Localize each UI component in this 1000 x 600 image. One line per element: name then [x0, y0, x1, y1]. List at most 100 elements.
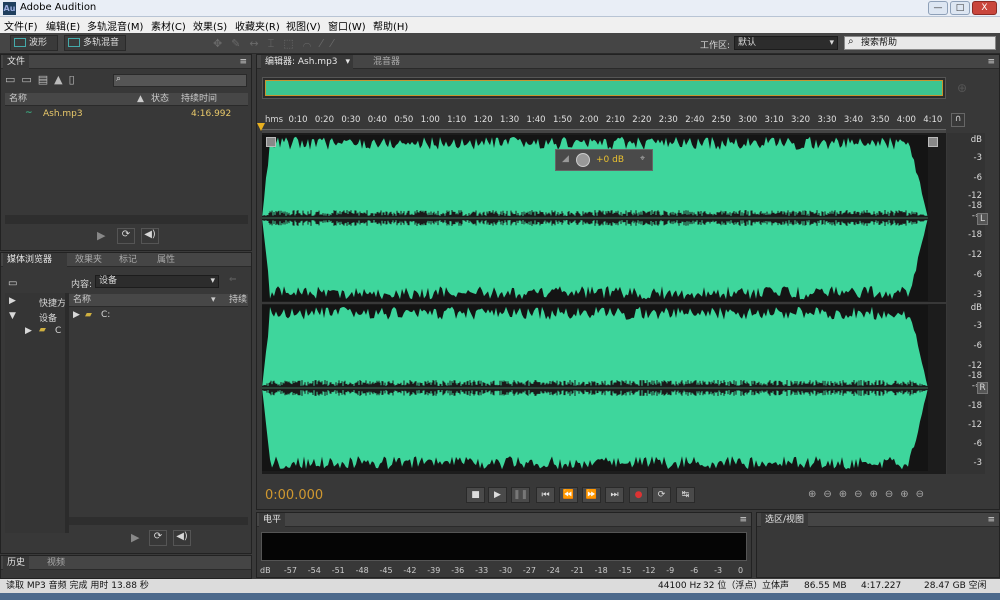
- loop-button[interactable]: ⟳: [117, 228, 135, 244]
- col-duration[interactable]: 持续时间: [181, 93, 217, 106]
- menu-view[interactable]: 视图(V): [286, 18, 321, 33]
- level-meter: [261, 532, 747, 561]
- panel-menu-icon[interactable]: ≡: [739, 513, 747, 527]
- col-status[interactable]: 状态: [151, 93, 169, 106]
- editor-panel: 编辑器: Ash.mp3 ▾ 混音器 ≡ ⊕ hms 0:10 0:20 0:30 0:…: [256, 54, 1000, 510]
- db-tick-label: dB: [970, 303, 982, 313]
- arrow-left-icon[interactable]: ⇐: [229, 275, 237, 285]
- skip-to-end-button[interactable]: ⏭: [605, 487, 624, 503]
- fade-in-handle[interactable]: [266, 137, 276, 147]
- menu-window[interactable]: 窗口(W): [328, 18, 366, 33]
- loop-button[interactable]: ⟳: [149, 530, 167, 546]
- play-button[interactable]: ▶: [488, 487, 507, 503]
- menu-favorites[interactable]: 收藏夹(R): [235, 18, 280, 33]
- autoplay-button[interactable]: ◀): [141, 228, 159, 244]
- menu-edit[interactable]: 编辑(E): [46, 18, 80, 33]
- menu-file[interactable]: 文件(F): [4, 18, 38, 33]
- tab-effects-rack[interactable]: 效果夹: [71, 253, 106, 267]
- tab-history[interactable]: 历史: [3, 556, 30, 570]
- tree-expand-icon[interactable]: ▶: [73, 310, 80, 320]
- tab-media-browser[interactable]: 媒体浏览器: [3, 253, 67, 267]
- minimize-button[interactable]: —: [928, 1, 948, 15]
- search-icon: ⌕: [116, 74, 122, 84]
- media-hscrollbar[interactable]: [69, 517, 248, 525]
- window-title: Adobe Audition: [20, 2, 97, 13]
- stop-button[interactable]: ■: [466, 487, 485, 503]
- fade-out-handle[interactable]: [928, 137, 938, 147]
- tab-mixer[interactable]: 混音器: [369, 55, 404, 69]
- fast-forward-button[interactable]: ⏩: [582, 487, 601, 503]
- ruler-tick-label: 3:30: [817, 115, 837, 125]
- time-ruler[interactable]: hms 0:10 0:20 0:30 0:40 0:50 1:00 1:10 1:20 1:30…: [262, 115, 946, 127]
- multitrack-view-button[interactable]: 多轨混音: [64, 35, 126, 51]
- tab-editor[interactable]: 编辑器: Ash.mp3 ▾: [261, 55, 353, 69]
- zoom-controls[interactable]: ⊕⊖⊕⊖⊕⊖⊕⊖: [808, 489, 931, 500]
- tree-collapse-icon[interactable]: ▼: [9, 311, 16, 321]
- drive-c-icon: ▰: [39, 325, 46, 335]
- panel-menu-icon[interactable]: ≡: [987, 513, 995, 527]
- skip-to-start-button[interactable]: ⏮: [536, 487, 555, 503]
- play-icon[interactable]: ▶: [131, 531, 139, 544]
- tab-selection-view[interactable]: 选区/视图: [761, 513, 809, 527]
- chevron-down-icon: ▾: [345, 57, 350, 67]
- files-tab[interactable]: 文件: [3, 55, 30, 69]
- waveform-area[interactable]: ◢ +0 dB ⌖: [262, 133, 946, 474]
- current-time-display[interactable]: 0:00.000: [265, 488, 323, 503]
- tab-video[interactable]: 视频: [43, 556, 69, 570]
- waveform-view-button[interactable]: 波形: [10, 35, 58, 51]
- workspace-select[interactable]: 默认 ▾: [734, 36, 838, 50]
- panel-menu-icon[interactable]: ≡: [987, 55, 995, 69]
- zoom-icon[interactable]: ⊕: [957, 81, 967, 95]
- channel-left-toggle[interactable]: L: [977, 213, 988, 225]
- record-button[interactable]: ●: [629, 487, 648, 503]
- tab-markers[interactable]: 标记: [115, 253, 141, 267]
- multitrack-icon: [68, 38, 80, 47]
- col-duration[interactable]: 持续: [229, 294, 247, 307]
- menu-help[interactable]: 帮助(H): [373, 18, 408, 33]
- tree-splitter[interactable]: [65, 293, 69, 533]
- file-row[interactable]: ~ Ash.mp3 4:16.992: [5, 108, 248, 122]
- hud-gain-control[interactable]: ◢ +0 dB ⌖: [555, 149, 653, 171]
- menu-effects[interactable]: 效果(S): [193, 18, 227, 33]
- ruler-tick-label: 3:40: [843, 115, 863, 125]
- tab-properties[interactable]: 属性: [153, 253, 179, 267]
- files-hscrollbar[interactable]: [5, 215, 248, 224]
- col-name[interactable]: 名称: [73, 294, 91, 307]
- playhead-marker[interactable]: [257, 123, 265, 131]
- ruler-tick-label: 2:20: [632, 115, 652, 125]
- overview-bar[interactable]: [262, 77, 946, 99]
- menu-multitrack[interactable]: 多轨混音(M): [87, 18, 143, 33]
- search-help-input[interactable]: ⌕ 搜索帮助: [844, 36, 996, 50]
- tab-levels[interactable]: 电平: [259, 513, 286, 527]
- files-filter-input[interactable]: ⌕: [113, 74, 247, 87]
- channel-right-toggle[interactable]: R: [977, 382, 988, 394]
- title-bar: Au Adobe Audition — □ X: [0, 0, 1000, 17]
- db-tick-label: -3: [973, 458, 982, 468]
- col-name[interactable]: 名称: [9, 93, 27, 106]
- media-list-item[interactable]: ▶ ▰ C:: [69, 310, 248, 323]
- overview-waveform[interactable]: [265, 80, 943, 96]
- tree-devices[interactable]: 设备: [39, 311, 57, 324]
- panel-menu-icon[interactable]: ≡: [239, 55, 247, 69]
- skip-selection-button[interactable]: ↹: [676, 487, 695, 503]
- file-actions-icons[interactable]: ▭▭▤▲▯: [5, 73, 81, 86]
- menu-clip[interactable]: 素材(C): [151, 18, 186, 33]
- tree-expand-icon[interactable]: ▶: [9, 296, 16, 306]
- pause-button[interactable]: ❚❚: [511, 487, 530, 503]
- gain-knob[interactable]: [576, 153, 590, 167]
- loop-playback-button[interactable]: ⟳: [652, 487, 671, 503]
- headphones-icon[interactable]: ∩: [951, 113, 965, 127]
- tree-expand-icon[interactable]: ▶: [25, 326, 32, 336]
- pin-icon[interactable]: ⌖: [640, 154, 645, 164]
- autoplay-button[interactable]: ◀): [173, 530, 191, 546]
- waveform-display[interactable]: [262, 133, 946, 474]
- content-select[interactable]: 设备 ▾: [95, 275, 219, 288]
- tree-shortcuts[interactable]: 快捷方: [39, 296, 65, 309]
- level-tick-label: -48: [355, 566, 369, 575]
- rewind-button[interactable]: ⏪: [559, 487, 578, 503]
- drive-icon[interactable]: ▭: [8, 278, 17, 289]
- close-button[interactable]: X: [972, 1, 997, 15]
- tree-drive-c[interactable]: C: [55, 326, 61, 336]
- maximize-button[interactable]: □: [950, 1, 970, 15]
- play-icon[interactable]: ▶: [97, 229, 105, 242]
